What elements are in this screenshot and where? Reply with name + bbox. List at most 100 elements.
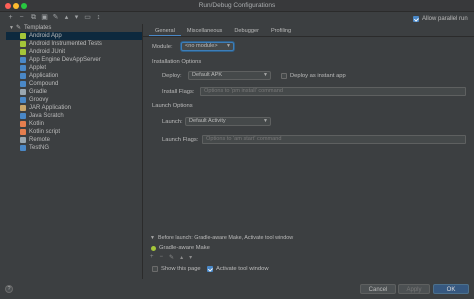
list-item[interactable]: Gradle-aware Make: [149, 245, 474, 253]
title-bar: Run/Debug Configurations: [0, 0, 474, 12]
tree-item[interactable]: Applet: [6, 64, 142, 72]
tree-item[interactable]: Remote: [6, 136, 142, 144]
module-select[interactable]: <no module> ▼: [181, 42, 234, 51]
tree-root-label: Templates: [24, 25, 52, 31]
before-launch-title: Before launch: Gradle-aware Make, Activa…: [158, 235, 294, 241]
android-icon: [20, 33, 26, 39]
wrench-icon[interactable]: ✎: [51, 13, 60, 22]
tree-item[interactable]: JAR Application: [6, 104, 142, 112]
deploy-instant-checkbox[interactable]: [281, 73, 287, 79]
add-icon[interactable]: +: [150, 254, 154, 261]
launch-select[interactable]: Default Activity ▼: [185, 117, 271, 126]
configuration-tree: ▼ ✎ Templates Android App Android Instrum…: [6, 24, 142, 279]
show-page-option[interactable]: Show this page: [152, 265, 201, 273]
tree-item[interactable]: Application: [6, 72, 142, 80]
android-icon: [20, 41, 26, 47]
move-down-icon[interactable]: ▾: [72, 13, 81, 22]
launch-flags-input[interactable]: Options to 'am start' command: [202, 135, 466, 144]
tab-profiling[interactable]: Profiling: [265, 26, 297, 36]
tree-item[interactable]: Android JUnit: [6, 48, 142, 56]
tree-item[interactable]: Kotlin: [6, 120, 142, 128]
tree-item-label: Android App: [29, 33, 62, 39]
tab-bar: General Miscellaneous Debugger Profiling: [149, 26, 297, 36]
remove-icon[interactable]: −: [160, 254, 164, 261]
folder-icon[interactable]: ▭: [83, 13, 92, 22]
launch-value: Default Activity: [189, 118, 226, 124]
before-launch-header[interactable]: ▼ Before launch: Gradle-aware Make, Acti…: [149, 234, 469, 244]
cancel-button[interactable]: Cancel: [360, 284, 396, 294]
kotlin-icon: [20, 121, 26, 127]
install-flags-label: Install Flags:: [162, 89, 195, 95]
deploy-value: Default APK: [192, 72, 223, 78]
save-icon[interactable]: ▣: [40, 13, 49, 22]
wrench-icon: ✎: [16, 25, 22, 31]
tree-item[interactable]: Groovy: [6, 96, 142, 104]
applet-icon: [20, 65, 26, 71]
config-toolbar: + − ⧉ ▣ ✎ ▴ ▾ ▭ ↕: [0, 12, 142, 24]
tree-root-templates[interactable]: ▼ ✎ Templates: [6, 24, 142, 32]
tree-item[interactable]: Android App: [6, 32, 142, 40]
chevron-down-icon: ▼: [263, 118, 268, 124]
show-page-label: Show this page: [161, 266, 201, 272]
deploy-instant-option[interactable]: Deploy as instant app: [281, 72, 346, 80]
tree-item[interactable]: Compound: [6, 80, 142, 88]
tree-item-label: JAR Application: [29, 105, 72, 111]
window-title: Run/Debug Configurations: [198, 2, 276, 9]
pane-divider[interactable]: [142, 24, 143, 279]
chevron-down-icon: ▼: [226, 43, 231, 49]
deploy-label: Deploy:: [162, 73, 182, 79]
tree-item-label: Kotlin script: [29, 129, 61, 135]
tree-item-label: Android JUnit: [29, 49, 66, 55]
tree-item[interactable]: Android Instrumented Tests: [6, 40, 142, 48]
tree-item-label: Remote: [29, 137, 51, 143]
show-page-checkbox[interactable]: [152, 266, 158, 272]
copy-icon[interactable]: ⧉: [29, 13, 38, 22]
tree-item[interactable]: TestNG: [6, 144, 142, 152]
tree-item-label: App Engine DevAppServer: [29, 57, 101, 63]
move-down-icon[interactable]: ▾: [189, 254, 192, 261]
tree-item[interactable]: App Engine DevAppServer: [6, 56, 142, 64]
move-up-icon[interactable]: ▴: [62, 13, 71, 22]
groovy-icon: [20, 97, 26, 103]
tree-item[interactable]: Java Scratch: [6, 112, 142, 120]
before-launch-task-list: Gradle-aware Make: [149, 245, 474, 262]
add-icon[interactable]: +: [6, 13, 15, 22]
allow-parallel-run[interactable]: Allow parallel run: [413, 14, 468, 23]
chevron-down-icon[interactable]: ▼: [9, 24, 14, 32]
tree-item-label: Application: [29, 73, 59, 79]
tab-miscellaneous[interactable]: Miscellaneous: [181, 26, 228, 36]
apply-button[interactable]: Apply: [398, 284, 430, 294]
tree-item[interactable]: Kotlin script: [6, 128, 142, 136]
remote-icon: [20, 137, 26, 143]
allow-parallel-run-checkbox[interactable]: [413, 15, 419, 22]
move-up-icon[interactable]: ▴: [180, 254, 183, 261]
tab-debugger[interactable]: Debugger: [228, 26, 265, 36]
before-launch-toolbar: + − ✎ ▴ ▾: [150, 254, 192, 261]
install-flags-input[interactable]: Options to 'pm install' command: [200, 87, 466, 96]
android-icon: [20, 49, 26, 55]
help-button[interactable]: ?: [5, 285, 13, 293]
tab-general[interactable]: General: [149, 26, 181, 36]
tree-item-label: Android Instrumented Tests: [29, 41, 102, 47]
tree-item-label: Java Scratch: [29, 113, 64, 119]
installation-options-heading: Installation Options: [152, 59, 202, 65]
deploy-select[interactable]: Default APK ▼: [188, 71, 271, 80]
remove-icon[interactable]: −: [17, 13, 26, 22]
edit-icon[interactable]: ✎: [169, 254, 174, 261]
sort-icon[interactable]: ↕: [94, 13, 103, 22]
java-scratch-icon: [20, 113, 26, 119]
tree-item-label: TestNG: [29, 145, 50, 151]
chevron-down-icon: ▼: [263, 72, 268, 78]
jar-icon: [20, 105, 26, 111]
allow-parallel-run-label: Allow parallel run: [422, 15, 468, 22]
launch-options-heading: Launch Options: [152, 103, 193, 109]
tree-item-label: Groovy: [29, 97, 49, 103]
activate-tool-label: Activate tool window: [216, 266, 269, 272]
launch-flags-label: Launch Flags:: [162, 137, 199, 143]
ok-button[interactable]: OK: [433, 284, 469, 294]
activate-tool-checkbox[interactable]: [207, 266, 213, 272]
tree-item[interactable]: Gradle: [6, 88, 142, 96]
activate-tool-option[interactable]: Activate tool window: [207, 265, 269, 273]
before-launch-task-label: Gradle-aware Make: [159, 245, 210, 251]
gradle-icon: [151, 246, 156, 251]
